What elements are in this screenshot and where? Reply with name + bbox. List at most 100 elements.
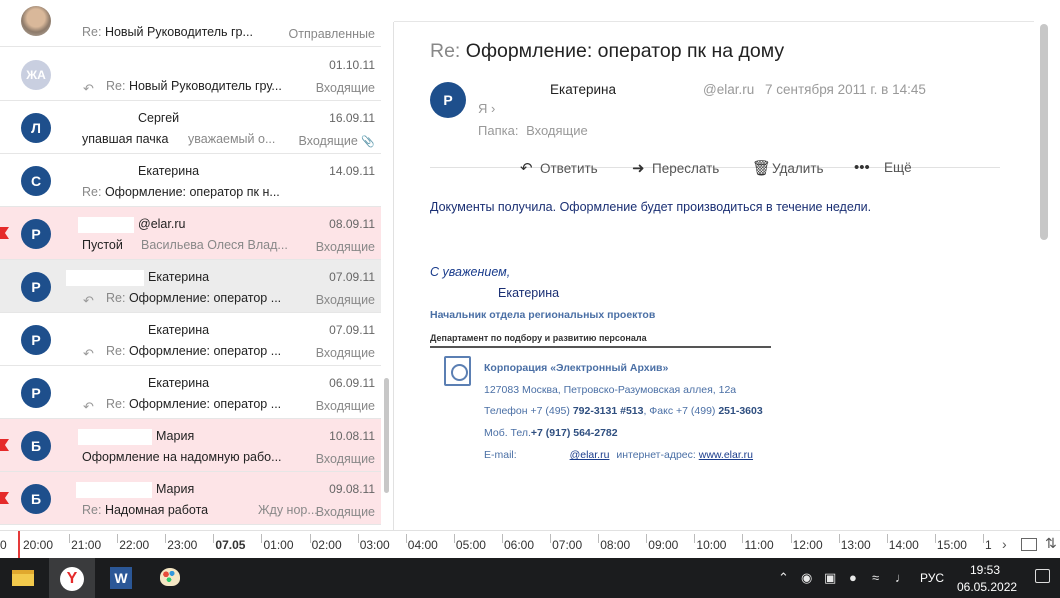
timeline-separator xyxy=(405,534,407,543)
more-button[interactable]: ••• Ещё xyxy=(854,159,912,176)
chevron-right-icon[interactable]: › xyxy=(1002,536,1007,552)
reading-pane-scrollbar[interactable] xyxy=(1040,24,1048,240)
folder-line: Папка: Входящие xyxy=(478,123,592,138)
message-row[interactable]: Р Екатерина 07.09.11 ↶ Re: Оформление: опера… xyxy=(0,260,381,313)
screen-capture-icon[interactable]: ▣ xyxy=(824,570,836,586)
sender-avatar[interactable]: ЖА xyxy=(21,60,51,90)
language-indicator[interactable]: РУС xyxy=(920,571,944,585)
sender-avatar[interactable]: С xyxy=(21,166,51,196)
wifi-icon[interactable]: ≈ xyxy=(872,570,879,585)
record-icon[interactable]: ◉ xyxy=(801,570,812,586)
forward-label: Переслать xyxy=(652,161,720,176)
subject-text: Новый Руководитель гр... xyxy=(104,25,253,39)
message-list[interactable]: Re: Новый Руководитель гр... Отправленные… xyxy=(0,0,381,530)
timeline-tick: 10:00 xyxy=(696,538,727,552)
timeline-tick: 04:00 xyxy=(407,538,438,552)
timeline-tick: 09:00 xyxy=(648,538,679,552)
message-row[interactable]: Б Мария 10.08.11 Оформление на надомную ра… xyxy=(0,419,381,472)
message-row[interactable]: Б Мария 09.08.11 Re: Надомная работа Жду нор… xyxy=(0,472,381,525)
sender-avatar[interactable]: Р xyxy=(430,82,466,118)
flag-icon[interactable] xyxy=(0,492,9,504)
chevron-up-icon[interactable]: ⌃ xyxy=(778,570,789,586)
screen: Re: Новый Руководитель гр... Отправленные… xyxy=(0,0,1060,598)
message-row[interactable]: С Екатерина 14.09.11 Re: Оформление: операт… xyxy=(0,154,381,207)
message-subject: Re: Оформление: оператор ... xyxy=(106,344,281,358)
sender-avatar[interactable] xyxy=(21,6,51,36)
flag-icon[interactable] xyxy=(0,439,9,451)
message-row[interactable]: Re: Новый Руководитель гр... Отправленные xyxy=(0,0,381,47)
reply-button[interactable]: ↶ Ответить xyxy=(520,159,598,177)
signature-address: 127083 Москва, Петровско-Разумовская алл… xyxy=(484,384,737,396)
reply-icon: ↶ xyxy=(83,293,94,308)
timeline-separator xyxy=(550,534,551,543)
redacted-text xyxy=(78,217,134,233)
timeline-tick: 12:00 xyxy=(792,538,823,552)
clock-time[interactable]: 19:53 xyxy=(970,563,1000,577)
timeline-tick: 07:00 xyxy=(552,538,583,552)
timeline-separator xyxy=(69,534,70,543)
volume-icon[interactable]: ♩ xyxy=(895,570,908,585)
sender-email[interactable]: @elar.ru xyxy=(703,82,754,97)
folder-value[interactable]: Входящие xyxy=(526,123,588,138)
chevron-right-icon[interactable]: › xyxy=(491,101,495,116)
signature-name: Екатерина xyxy=(498,286,560,300)
taskbar-paint-button[interactable] xyxy=(147,558,193,598)
calendar-icon[interactable] xyxy=(1021,538,1037,551)
microphone-icon[interactable]: ● xyxy=(849,570,857,585)
message-row[interactable]: Р Екатерина 07.09.11 ↶ Re: Оформление: опера… xyxy=(0,313,381,366)
message-folder: Входящие xyxy=(316,81,375,95)
message-body: Документы получила. Оформление будет про… xyxy=(430,200,872,214)
taskbar-yandex-button[interactable]: Y xyxy=(49,558,95,598)
more-dots-icon: ••• xyxy=(854,159,870,176)
subject-text: Надомная работа xyxy=(104,503,209,517)
timeline-bar[interactable]: 0 20:00 21:00 22:00 23:00 07.05 01:00 02:00 03:0… xyxy=(0,530,1060,559)
message-row[interactable]: Л Сергей 16.09.11 упавшая пачка уважаемый о… xyxy=(0,101,381,154)
paperclip-icon: 📎 xyxy=(361,136,375,148)
reply-icon: ↶ xyxy=(83,81,94,96)
sender-avatar[interactable]: Р xyxy=(21,325,51,355)
signature-web-link[interactable]: www.elar.ru xyxy=(699,449,753,461)
message-title-prefix: Re: xyxy=(430,40,461,62)
sender-avatar[interactable]: Б xyxy=(21,431,51,461)
message-folder: Входящие xyxy=(316,293,375,307)
message-folder: Входящие xyxy=(316,240,375,254)
flag-icon[interactable] xyxy=(0,227,9,239)
timeline-now-marker xyxy=(18,531,20,559)
more-label: Ещё xyxy=(884,160,912,175)
message-folder: Входящие xyxy=(316,505,375,519)
timeline-separator xyxy=(934,534,936,543)
delete-button[interactable]: 🗑Удалить xyxy=(752,159,824,177)
sender-name: Екатерина xyxy=(148,270,210,284)
subject-prefix: Re: xyxy=(106,291,126,305)
message-date: 10.08.11 xyxy=(329,429,375,443)
recipient-line[interactable]: Я › xyxy=(478,101,495,116)
timeline-tick: 03:00 xyxy=(359,538,390,552)
timeline-separator xyxy=(838,534,840,543)
message-date: 07.09.11 xyxy=(329,270,375,284)
taskbar-word-button[interactable]: W xyxy=(98,558,144,598)
sender-avatar[interactable]: Р xyxy=(21,378,51,408)
timeline-tick: 13:00 xyxy=(840,538,871,552)
message-row[interactable]: ЖА 01.10.11 ↶ Re: Новый Руководитель гру...… xyxy=(0,48,381,101)
timeline-tick: 11:00 xyxy=(744,538,774,552)
fax-label: , Факс +7 (499) xyxy=(643,405,716,417)
forward-button[interactable]: ➜ Переслать xyxy=(632,159,719,177)
collapse-icon[interactable]: ⇅ xyxy=(1045,535,1057,552)
message-row[interactable]: Р Екатерина 06.09.11 ↶ Re: Оформление: опера… xyxy=(0,366,381,419)
clock-date[interactable]: 06.05.2022 xyxy=(957,580,1017,594)
message-folder: Отправленные xyxy=(289,27,375,41)
taskbar-explorer-button[interactable] xyxy=(0,558,46,598)
message-list-scrollbar[interactable] xyxy=(384,378,389,493)
sender-avatar[interactable]: Р xyxy=(21,219,51,249)
message-subject: Re: Новый Руководитель гр... xyxy=(82,25,253,39)
sender-avatar[interactable]: Б xyxy=(21,484,51,514)
signature-divider xyxy=(430,346,771,348)
phone-label: Телефон +7 (495) xyxy=(484,405,570,417)
sender-avatar[interactable]: Л xyxy=(21,113,51,143)
mobile-label: Моб. Тел. xyxy=(484,427,531,439)
notification-icon[interactable] xyxy=(1035,569,1050,583)
sender-name[interactable]: Екатерина xyxy=(550,82,616,97)
signature-email-link[interactable]: @elar.ru xyxy=(570,449,610,461)
sender-avatar[interactable]: Р xyxy=(21,272,51,302)
message-row[interactable]: Р @elar.ru 08.09.11 Пустой Васильева Олеся … xyxy=(0,207,381,260)
